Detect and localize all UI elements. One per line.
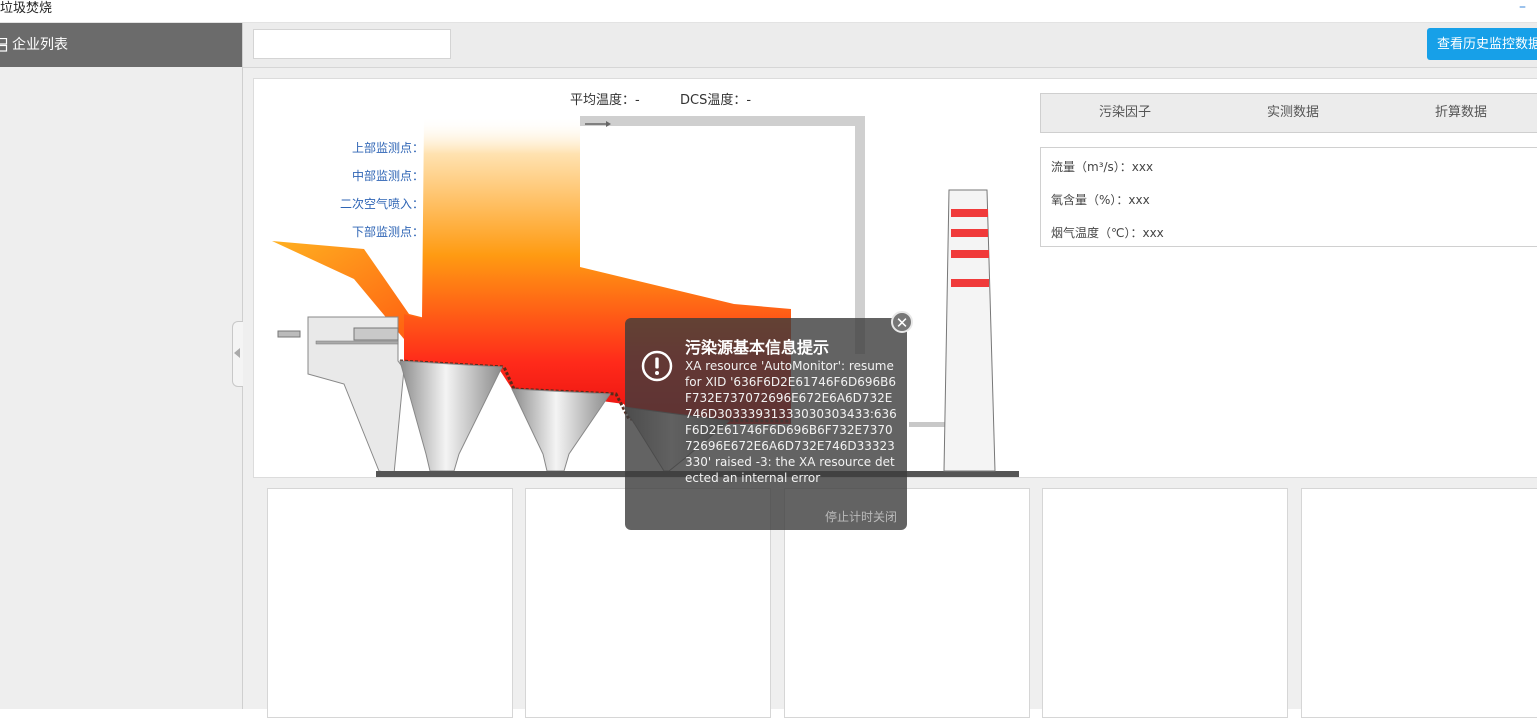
sidebar: 企业列表: [0, 23, 243, 709]
pusher-rod: [277, 330, 301, 338]
sidebar-header[interactable]: 企业列表: [0, 23, 242, 67]
chimney-stripe: [951, 229, 988, 237]
secondary-air-label: 二次空气喷入：: [339, 197, 424, 211]
title-bar: 垃圾焚烧 –: [0, 0, 1537, 23]
stop-timer-close-link[interactable]: 停止计时关闭: [825, 508, 897, 525]
error-dialog: ✕ 污染源基本信息提示 XA resource 'AutoMonitor': r…: [625, 311, 913, 530]
readings-box: 流量（m³/s）：xxx 氧含量（%）：xxx 烟气温度（℃）：xxx: [1040, 147, 1537, 247]
flow-reading: 流量（m³/s）：xxx: [1051, 160, 1154, 174]
average-temperature: 平均温度：-: [570, 93, 640, 108]
chimney-stripe: [951, 209, 988, 217]
sidebar-collapse-handle[interactable]: [232, 321, 243, 387]
exclamation-icon: [641, 350, 673, 382]
tab-measured-data[interactable]: 实测数据: [1209, 94, 1377, 132]
tab-converted-data[interactable]: 折算数据: [1377, 94, 1537, 132]
monitor-card: [267, 488, 513, 718]
search-input[interactable]: [253, 29, 451, 59]
dialog-message: XA resource 'AutoMonitor': resume for XI…: [685, 359, 897, 485]
pusher: [353, 327, 399, 341]
ash-hopper-2: [511, 388, 611, 472]
dialog-title: 污染源基本信息提示: [685, 338, 830, 357]
oxygen-reading: 氧含量（%）：xxx: [1051, 193, 1150, 207]
monitor-card: [1042, 488, 1288, 718]
chimney-stripe: [951, 279, 989, 287]
chevron-left-icon: [234, 348, 240, 358]
toolbar: 查看历史监控数据: [243, 23, 1537, 68]
flue-temp-reading: 烟气温度（℃）：xxx: [1051, 226, 1164, 240]
minimize-button[interactable]: –: [1519, 0, 1529, 14]
chimney-stripe: [951, 250, 989, 258]
monitor-card: [1301, 488, 1537, 718]
sidebar-title: 企业列表: [12, 37, 68, 53]
view-history-button[interactable]: 查看历史监控数据: [1427, 28, 1537, 60]
grid-icon: [0, 38, 8, 52]
close-icon[interactable]: ✕: [891, 311, 913, 333]
dcs-temperature: DCS温度：-: [680, 93, 752, 108]
middle-probe-label: 中部监测点：: [351, 169, 424, 183]
app-title: 垃圾焚烧: [0, 1, 53, 16]
ash-hopper-1: [399, 360, 503, 472]
lower-probe-label: 下部监测点：: [351, 225, 424, 239]
tab-pollution-factor[interactable]: 污染因子: [1041, 94, 1209, 132]
feeder: [307, 316, 405, 475]
upper-probe-label: 上部监测点：: [351, 141, 424, 155]
data-tabs: 污染因子 实测数据 折算数据: [1040, 93, 1537, 133]
